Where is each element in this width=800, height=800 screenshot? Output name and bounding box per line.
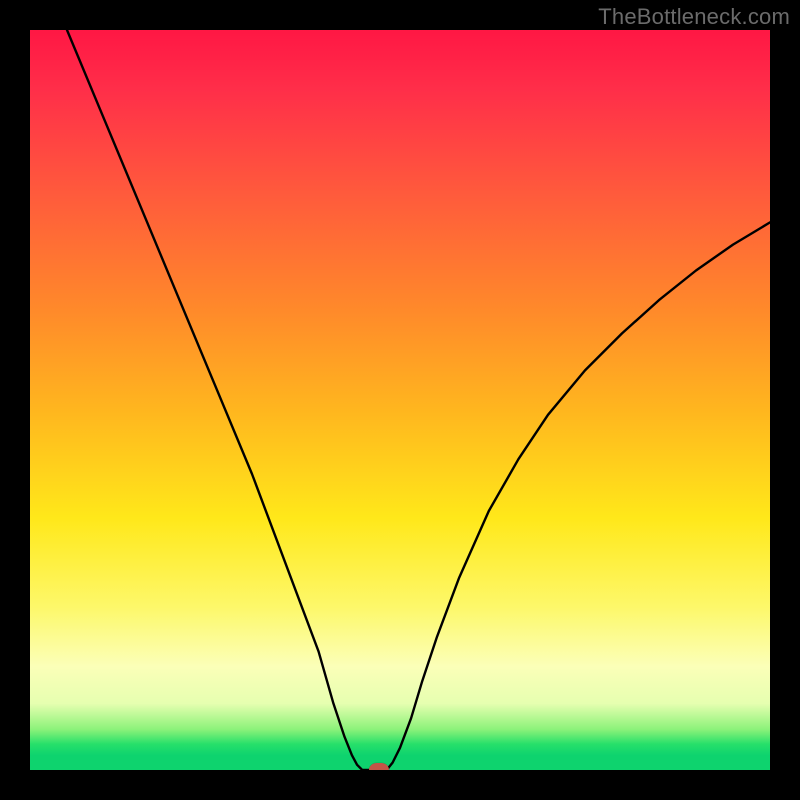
plot-area (30, 30, 770, 770)
optimum-marker (369, 763, 389, 770)
chart-frame: TheBottleneck.com (0, 0, 800, 800)
watermark-text: TheBottleneck.com (598, 4, 790, 30)
bottleneck-curve (30, 30, 770, 770)
